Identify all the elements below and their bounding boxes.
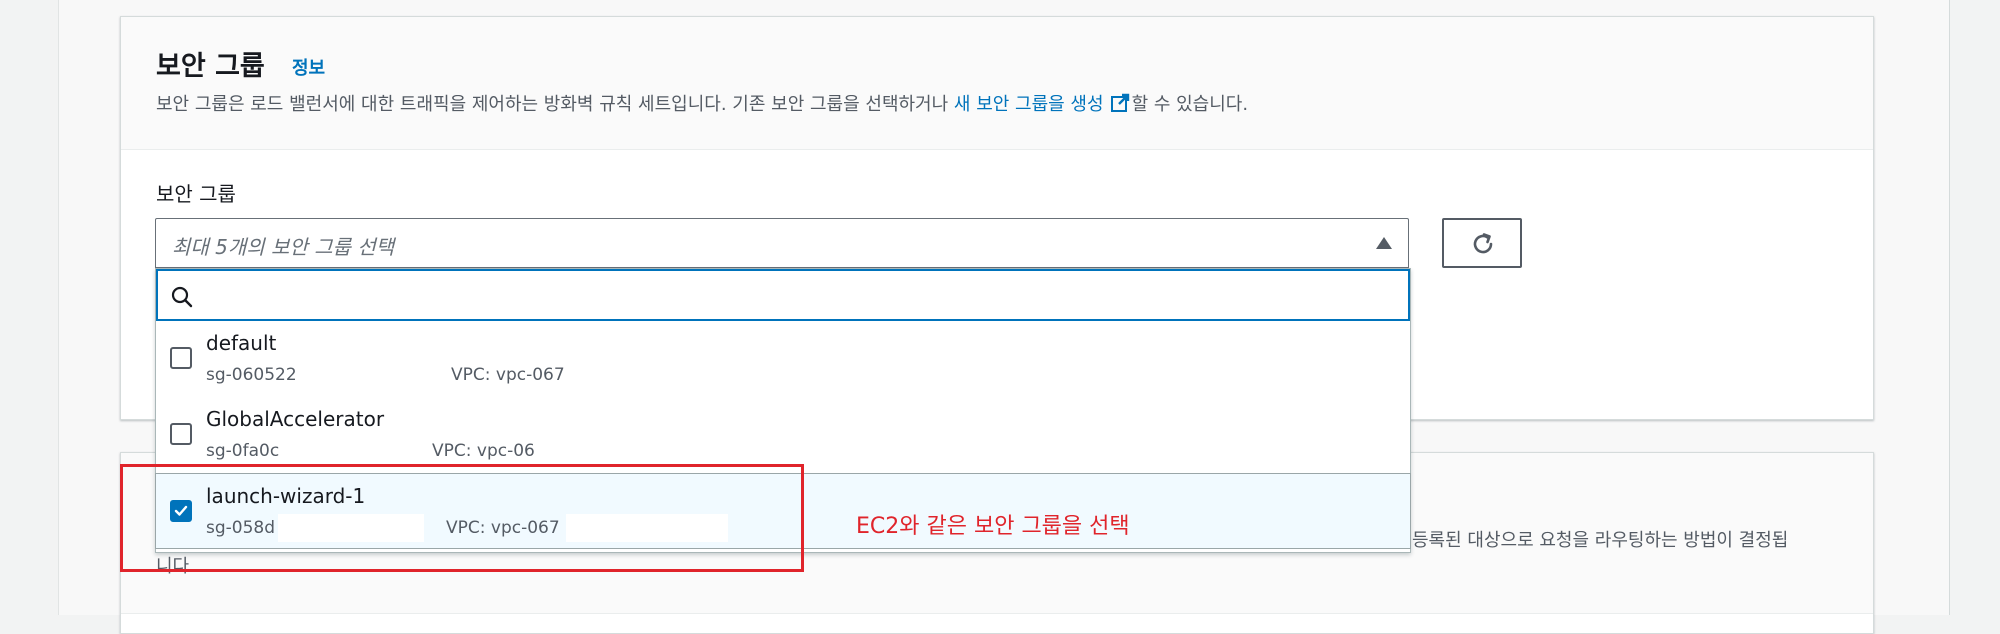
option-name: default	[206, 331, 277, 355]
refresh-button[interactable]	[1442, 218, 1522, 268]
option-sg-id: sg-0fa0c	[206, 441, 280, 461]
info-link[interactable]: 정보	[292, 54, 325, 80]
redacted-area	[284, 437, 429, 465]
option-checkbox[interactable]	[170, 347, 192, 369]
section-description: 보안 그룹은 로드 밸런서에 대한 트래픽을 제어하는 방화벽 규칙 세트입니다…	[156, 90, 1248, 116]
annotation-highlight-box	[120, 464, 804, 572]
annotation-text: EC2와 같은 보안 그룹을 선택	[856, 514, 1130, 539]
security-group-field-label: 보안 그룹	[156, 182, 236, 206]
next-section-description-tail: 등록된 대상으로 요청을 라우팅하는 방법이 결정됩	[1412, 530, 1789, 551]
page-margin-right	[1949, 0, 2000, 615]
page-margin-left	[0, 0, 58, 615]
section-title: 보안 그룹	[156, 51, 265, 82]
search-icon	[171, 286, 193, 308]
section-description-text: 보안 그룹은 로드 밸런서에 대한 트래픽을 제어하는 방화벽 규칙 세트입니다…	[156, 94, 954, 115]
option-vpc-id: VPC: vpc-06	[432, 441, 535, 461]
option-default[interactable]: default sg-060522 VPC: vpc-067	[156, 321, 1410, 398]
security-group-multiselect[interactable]: 최대 5개의 보안 그룹 선택	[155, 218, 1409, 268]
redacted-area	[542, 437, 692, 465]
option-vpc-id: VPC: vpc-067	[451, 365, 565, 385]
multiselect-placeholder: 최대 5개의 보안 그룹 선택	[172, 235, 395, 259]
option-name: GlobalAccelerator	[206, 407, 385, 431]
refresh-icon	[1473, 233, 1493, 254]
section-description-tail: 할 수 있습니다.	[1131, 94, 1249, 115]
redacted-area	[301, 361, 441, 389]
security-group-panel-header	[121, 17, 1873, 150]
dropdown-search-input[interactable]	[156, 269, 1410, 321]
caret-up-icon	[1376, 237, 1392, 249]
external-link-icon[interactable]	[1110, 93, 1130, 113]
redacted-area	[565, 361, 725, 389]
option-sg-id: sg-060522	[206, 365, 297, 385]
option-globalaccelerator[interactable]: GlobalAccelerator sg-0fa0c VPC: vpc-06	[156, 397, 1410, 474]
option-checkbox[interactable]	[170, 423, 192, 445]
create-security-group-link[interactable]: 새 보안 그룹을 생성	[954, 94, 1104, 115]
